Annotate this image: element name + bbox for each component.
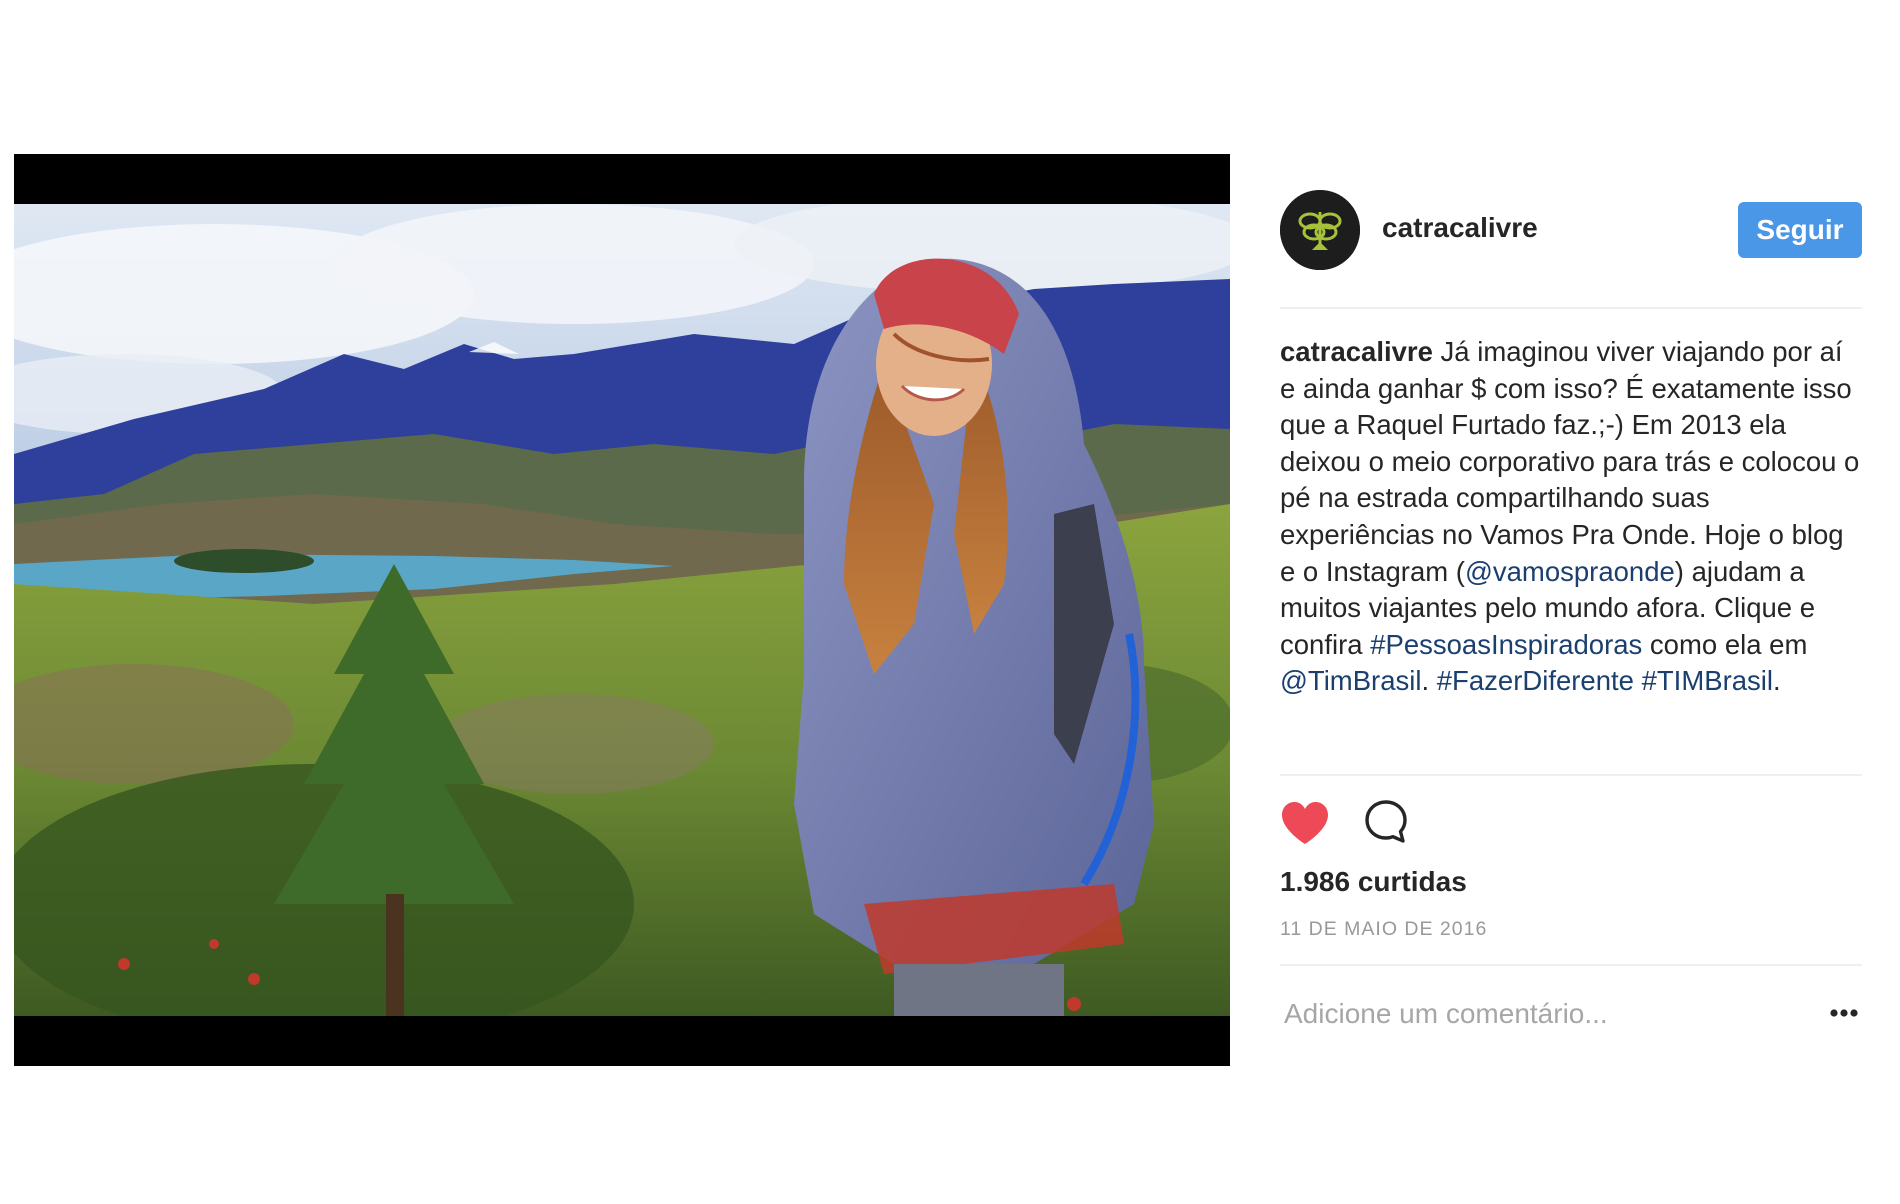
likes-number: 1.986 xyxy=(1280,866,1351,897)
ellipsis-icon xyxy=(1830,1009,1858,1017)
post-actions xyxy=(1280,798,1480,854)
mention-link-vamospraonde[interactable]: @vamospraonde xyxy=(1465,556,1675,587)
mention-link-timbrasil[interactable]: @TimBrasil xyxy=(1280,665,1421,696)
post-media[interactable] xyxy=(14,154,1230,1066)
comment-input[interactable] xyxy=(1280,992,1784,1036)
post-header: catracalivre Seguir xyxy=(1280,190,1862,272)
speech-bubble-icon xyxy=(1365,800,1407,843)
like-button[interactable] xyxy=(1280,800,1330,846)
caption-text-5 xyxy=(1634,665,1642,696)
post-side-panel: catracalivre Seguir catracalivre Já imag… xyxy=(1280,154,1862,1066)
avatar[interactable] xyxy=(1280,190,1360,270)
post-author-username[interactable]: catracalivre xyxy=(1382,212,1538,244)
heart-icon xyxy=(1282,802,1328,844)
landscape-photo xyxy=(14,204,1230,1016)
likes-count[interactable]: 1.986 curtidas xyxy=(1280,866,1467,898)
caption-text-4: . xyxy=(1421,665,1437,697)
hashtag-link-pessoasinspiradoras[interactable]: #PessoasInspiradoras xyxy=(1370,629,1642,660)
post-caption: catracalivre Já imaginou viver viajando … xyxy=(1280,334,1864,700)
hashtag-link-timbrasil[interactable]: #TIMBrasil xyxy=(1642,665,1773,696)
follow-button[interactable]: Seguir xyxy=(1738,202,1862,258)
post-date: 11 DE MAIO DE 2016 xyxy=(1280,918,1488,940)
header-divider xyxy=(1280,307,1862,309)
post-photo[interactable] xyxy=(14,204,1230,1016)
likes-label: curtidas xyxy=(1357,866,1467,897)
date-divider xyxy=(1280,964,1862,966)
comment-button[interactable] xyxy=(1362,798,1410,846)
hashtag-link-fazerdiferente[interactable]: #FazerDiferente xyxy=(1437,665,1634,696)
catraca-logo-icon xyxy=(1280,190,1360,270)
caption-text-1: Já imaginou viver viajando por aí e aind… xyxy=(1280,336,1860,587)
more-options-button[interactable] xyxy=(1826,998,1862,1028)
caption-text-6: . xyxy=(1773,665,1781,697)
caption-divider xyxy=(1280,774,1862,776)
caption-username[interactable]: catracalivre xyxy=(1280,336,1433,367)
caption-text-3: como ela em xyxy=(1642,628,1808,660)
